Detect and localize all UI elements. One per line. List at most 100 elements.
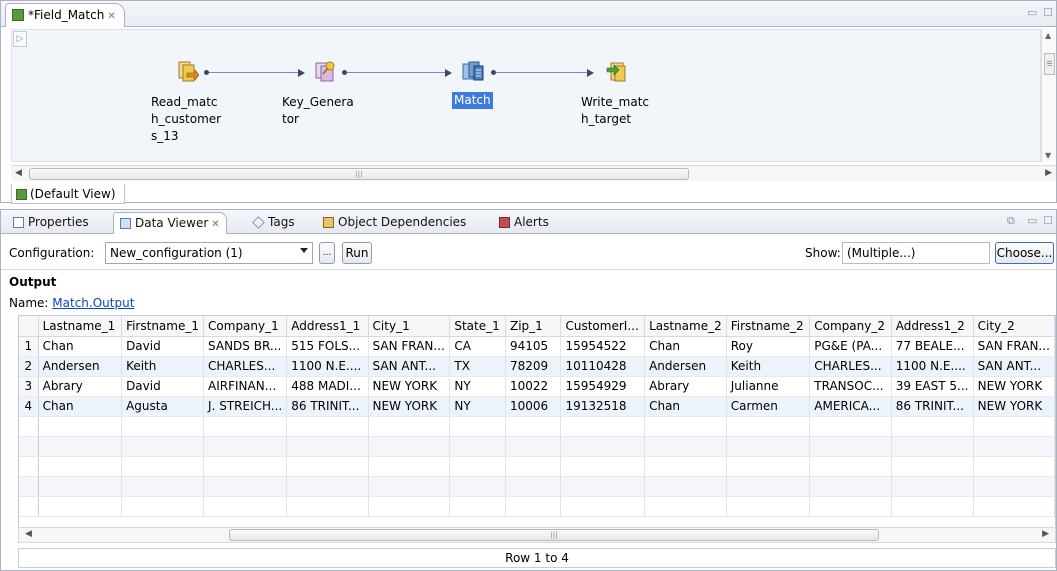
table-cell[interactable]: CHARLES...: [809, 356, 892, 377]
table-cell[interactable]: Abrary: [644, 376, 727, 397]
table-cell[interactable]: Chan: [644, 396, 727, 417]
column-header[interactable]: Firstname_1: [121, 316, 205, 337]
output-name-link[interactable]: Match.Output: [52, 296, 134, 310]
column-header[interactable]: Zip_1: [505, 316, 562, 337]
table-cell[interactable]: David: [121, 336, 205, 357]
minimize-icon[interactable]: ▭: [1027, 214, 1037, 227]
maximize-icon[interactable]: ☐: [1043, 6, 1053, 19]
column-header[interactable]: Address1_1: [286, 316, 369, 337]
table-cell[interactable]: 1100 N.E....: [286, 356, 369, 377]
scroll-left-icon[interactable]: ◀: [15, 168, 22, 178]
table-cell[interactable]: 86 TRINIT...: [891, 396, 974, 417]
table-cell[interactable]: SAN ANT...: [368, 356, 451, 377]
table-cell[interactable]: Andersen: [38, 356, 123, 377]
table-cell[interactable]: 15954522: [560, 336, 646, 357]
table-cell[interactable]: Carmen: [726, 396, 811, 417]
tab-tags[interactable]: Tags: [247, 212, 301, 234]
column-header[interactable]: CustomerI...: [560, 316, 646, 337]
scroll-left-icon[interactable]: ◀: [25, 529, 32, 539]
column-header[interactable]: City_1: [368, 316, 451, 337]
show-field[interactable]: (Multiple...): [842, 242, 990, 264]
table-cell[interactable]: Chan: [644, 336, 727, 357]
table-cell[interactable]: SANDS BR...: [203, 336, 288, 357]
scroll-right-icon[interactable]: ▶: [1042, 529, 1049, 539]
column-header[interactable]: Lastname_2: [644, 316, 727, 337]
table-cell[interactable]: SAN FRAN...: [368, 336, 451, 357]
table-cell[interactable]: NY: [449, 396, 506, 417]
tab-data-viewer[interactable]: Data Viewer ✕: [113, 212, 227, 234]
table-cell[interactable]: Andersen: [644, 356, 727, 377]
maximize-icon[interactable]: ☐: [1043, 214, 1053, 227]
table-cell[interactable]: 39 EAST 5...: [891, 376, 974, 397]
table-cell[interactable]: 78209: [505, 356, 562, 377]
table-cell[interactable]: Julianne: [726, 376, 811, 397]
view-menu-icon[interactable]: ⧉: [1007, 214, 1015, 228]
table-cell[interactable]: 94105: [505, 336, 562, 357]
table-cell[interactable]: 77 BEALE...: [891, 336, 974, 357]
run-button[interactable]: Run: [342, 242, 372, 264]
table-row[interactable]: 3 Abrary David AIRFINAN... 488 MADI... N…: [19, 376, 1055, 397]
minimize-icon[interactable]: ▭: [1027, 6, 1037, 19]
canvas-horizontal-scrollbar[interactable]: ◀ ||| ▶: [11, 165, 1056, 181]
expand-palette-icon[interactable]: ▷: [13, 31, 27, 47]
table-row[interactable]: 2 Andersen Keith CHARLES... 1100 N.E....…: [19, 356, 1055, 377]
table-row[interactable]: 1 Chan David SANDS BR... 515 FOLS... SAN…: [19, 336, 1055, 357]
column-header[interactable]: Company_1: [203, 316, 288, 337]
tab-properties[interactable]: Properties: [7, 212, 95, 234]
canvas-vertical-scrollbar[interactable]: ▲ ☰ ▼: [1041, 29, 1056, 162]
table-cell[interactable]: 19132518: [560, 396, 646, 417]
table-cell[interactable]: Keith: [726, 356, 811, 377]
tab-alerts[interactable]: Alerts: [493, 212, 555, 234]
column-header[interactable]: Firstname_2: [726, 316, 811, 337]
choose-button[interactable]: Choose...: [995, 242, 1054, 264]
table-cell[interactable]: 1100 N.E....: [891, 356, 974, 377]
table-cell[interactable]: Agusta: [121, 396, 205, 417]
table-cell[interactable]: 10006: [505, 396, 562, 417]
table-cell[interactable]: Keith: [121, 356, 205, 377]
table-cell[interactable]: SAN FRAN...: [973, 336, 1055, 357]
scroll-thumb[interactable]: |||: [229, 529, 879, 541]
table-cell[interactable]: 10022: [505, 376, 562, 397]
column-header[interactable]: Company_2: [809, 316, 892, 337]
table-cell[interactable]: Roy: [726, 336, 811, 357]
scroll-thumb[interactable]: ☰: [1044, 53, 1055, 75]
scroll-right-icon[interactable]: ▶: [1045, 168, 1052, 178]
table-cell[interactable]: 515 FOLS...: [286, 336, 369, 357]
data-grid[interactable]: Lastname_1 Firstname_1 Company_1 Address…: [18, 315, 1056, 541]
close-icon[interactable]: ✕: [211, 219, 219, 230]
table-cell[interactable]: PG&E (PA...: [809, 336, 892, 357]
table-cell[interactable]: CHARLES...: [203, 356, 288, 377]
table-cell[interactable]: 86 TRINIT...: [286, 396, 369, 417]
table-cell[interactable]: SAN ANT...: [973, 356, 1055, 377]
configuration-browse-button[interactable]: ...: [319, 242, 335, 264]
table-cell[interactable]: 15954929: [560, 376, 646, 397]
table-cell[interactable]: 488 MADI...: [286, 376, 369, 397]
column-header[interactable]: State_1: [449, 316, 506, 337]
table-cell[interactable]: NEW YORK: [368, 376, 451, 397]
table-cell[interactable]: NEW YORK: [973, 376, 1055, 397]
tab-field-match[interactable]: *Field_Match ✕: [5, 3, 125, 27]
table-cell[interactable]: Chan: [38, 396, 123, 417]
table-cell[interactable]: AMERICA...: [809, 396, 892, 417]
table-cell[interactable]: NEW YORK: [973, 396, 1055, 417]
close-icon[interactable]: ✕: [107, 11, 115, 22]
scroll-down-icon[interactable]: ▼: [1045, 151, 1051, 160]
configuration-select[interactable]: New_configuration (1): [105, 242, 313, 264]
table-cell[interactable]: NY: [449, 376, 506, 397]
scroll-thumb[interactable]: |||: [29, 168, 689, 180]
table-cell[interactable]: AIRFINAN...: [203, 376, 288, 397]
column-header[interactable]: Address1_2: [891, 316, 974, 337]
scroll-up-icon[interactable]: ▲: [1045, 31, 1051, 40]
table-cell[interactable]: CA: [449, 336, 506, 357]
table-cell[interactable]: Abrary: [38, 376, 123, 397]
column-header[interactable]: Lastname_1: [38, 316, 123, 337]
table-cell[interactable]: David: [121, 376, 205, 397]
tab-default-view[interactable]: (Default View): [11, 184, 125, 204]
table-cell[interactable]: 10110428: [560, 356, 646, 377]
table-cell[interactable]: TRANSOC...: [809, 376, 892, 397]
table-cell[interactable]: Chan: [38, 336, 123, 357]
tab-object-dependencies[interactable]: Object Dependencies: [317, 212, 472, 234]
column-header[interactable]: City_2: [973, 316, 1055, 337]
table-cell[interactable]: NEW YORK: [368, 396, 451, 417]
table-cell[interactable]: TX: [449, 356, 506, 377]
